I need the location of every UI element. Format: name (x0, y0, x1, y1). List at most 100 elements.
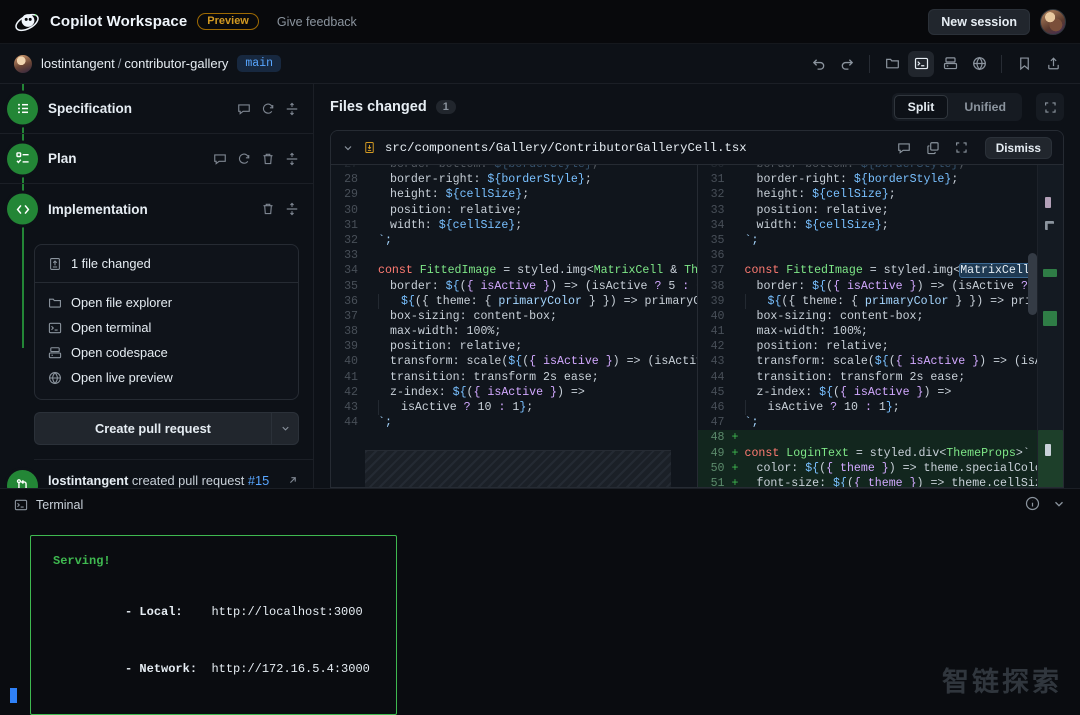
line-number: 42 (710, 340, 725, 354)
share-icon[interactable] (1040, 51, 1066, 77)
trash-icon[interactable] (261, 202, 275, 216)
sidebar-item-implementation[interactable]: Implementation (0, 184, 313, 234)
line-number: 29 (344, 188, 358, 202)
copy-icon[interactable] (926, 141, 940, 155)
code-token: { isActive } (529, 355, 613, 369)
code-token: ( (833, 385, 841, 399)
collapse-icon[interactable] (285, 152, 299, 166)
code-token: transform: scale( (390, 355, 509, 369)
code-token: ; (892, 401, 900, 414)
app-root: Copilot Workspace Preview Give feedback … (0, 0, 1080, 715)
open-live-preview-item[interactable]: Open live preview (35, 365, 298, 390)
event-pr-link[interactable]: #15 (248, 473, 269, 488)
line-number: 40 (710, 309, 725, 323)
code-token: 10 (837, 401, 865, 414)
code-token: { isActive } (466, 279, 551, 293)
sidebar-item-label: Plan (48, 151, 77, 166)
code-token: FittedImage (419, 264, 497, 278)
new-session-button[interactable]: New session (928, 8, 1030, 35)
comment-icon[interactable] (237, 102, 251, 116)
info-icon[interactable] (1025, 496, 1040, 514)
user-avatar[interactable] (1040, 8, 1066, 35)
diff-pane-right[interactable]: 30 border-bottom: ${borderStyle}; 31 border… (697, 165, 1064, 487)
panel-item-label: Open terminal (71, 320, 152, 335)
open-file-explorer-item[interactable]: Open file explorer (35, 290, 298, 315)
chevron-down-icon[interactable] (1052, 497, 1066, 514)
code-text: transform: scale(${({ isActive }) => (is… (740, 354, 1064, 369)
code-token: ; (515, 218, 523, 232)
code-text: isActive ? 10 : 1}; (744, 400, 1064, 416)
dismiss-button[interactable]: Dismiss (984, 136, 1052, 159)
sidebar-item-label: Specification (48, 101, 133, 116)
open-terminal-item[interactable]: Open terminal (35, 315, 298, 340)
comment-icon[interactable] (897, 141, 911, 155)
chevron-down-icon[interactable] (271, 412, 299, 445)
main-body: Specification Plan Implementation 1 file… (0, 84, 1080, 488)
code-line: 33 position: relative; (698, 203, 1064, 218)
bookmark-icon[interactable] (1011, 51, 1037, 77)
diff-modified-icon (363, 141, 376, 154)
diff-scrollbar[interactable] (1028, 253, 1037, 315)
code-line: 43 isActive ? 10 : 1}; (331, 400, 697, 416)
code-text: z-index: ${({ isActive }) => (373, 385, 697, 400)
code-line: 34 width: ${cellSize}; (698, 218, 1064, 233)
diff-minimap[interactable] (1037, 165, 1063, 487)
code-token: LoginText (786, 446, 849, 460)
chevron-down-icon[interactable] (342, 142, 354, 154)
diff-marker: + (731, 476, 739, 487)
code-text: ${({ theme: { primaryColor } }) => prima… (744, 293, 1063, 309)
code-token: ; (958, 165, 965, 171)
panel-item-label: Open live preview (71, 370, 173, 385)
code-text: max-width: 100%; (373, 324, 697, 339)
breadcrumb-owner[interactable]: lostintangent (41, 56, 115, 71)
sidebar: Specification Plan Implementation 1 file… (0, 84, 314, 488)
terminal-icon[interactable] (908, 50, 934, 77)
code-line: 31 width: ${cellSize}; (331, 218, 697, 233)
codespace-icon[interactable] (937, 51, 963, 77)
code-token: border-right: (756, 173, 854, 187)
event-actor[interactable]: lostintangent (48, 473, 128, 488)
tab-split[interactable]: Split (893, 95, 949, 119)
terminal-title: Terminal (36, 498, 84, 512)
undo-icon[interactable] (805, 51, 831, 77)
collapse-icon[interactable] (285, 102, 299, 116)
code-token: border-bottom: (390, 165, 494, 171)
collapse-icon[interactable] (285, 202, 299, 216)
sidebar-item-specification[interactable]: Specification (0, 84, 313, 134)
sidebar-item-plan[interactable]: Plan (0, 134, 313, 184)
fullscreen-icon[interactable] (1036, 93, 1064, 121)
fullscreen-icon[interactable] (955, 141, 968, 154)
terminal-output-area[interactable]: Serving! - Local: http://localhost:3000 … (0, 521, 1080, 715)
give-feedback-link[interactable]: Give feedback (277, 15, 357, 29)
diff-pane-left[interactable]: 27 border-bottom: ${borderStyle}; 28 border… (331, 165, 698, 487)
code-text: const FittedImage = styled.img<MatrixCel… (373, 263, 697, 278)
line-number: 47 (710, 416, 725, 430)
live-preview-globe-icon[interactable] (966, 51, 992, 77)
branch-badge[interactable]: main (237, 55, 282, 72)
regenerate-icon[interactable] (237, 152, 251, 166)
line-number: 32 (710, 188, 725, 202)
external-link-icon[interactable] (286, 474, 299, 488)
code-text: `; (740, 233, 1064, 248)
tab-unified[interactable]: Unified (950, 95, 1020, 119)
line-number: 37 (344, 309, 358, 323)
folder-icon (48, 296, 62, 310)
line-number: 45 (710, 385, 725, 399)
event-action: created pull request (131, 473, 245, 488)
open-codespace-item[interactable]: Open codespace (35, 340, 298, 365)
code-line: 41 max-width: 100%; (698, 324, 1064, 339)
breadcrumb-repo[interactable]: contributor-gallery (124, 56, 228, 71)
file-changed-header[interactable]: 1 file changed (35, 245, 298, 283)
watermark: 智链探索 (942, 667, 1062, 698)
trash-icon[interactable] (261, 152, 275, 166)
create-pull-request-button[interactable]: Create pull request (34, 412, 271, 445)
diff-file-path[interactable]: src/components/Gallery/ContributorGaller… (385, 141, 747, 155)
code-token: font-size: (756, 476, 834, 487)
code-token: ) => (isActive (550, 279, 655, 293)
redo-icon[interactable] (834, 51, 860, 77)
regenerate-icon[interactable] (261, 102, 275, 116)
comment-icon[interactable] (213, 152, 227, 166)
file-explorer-icon[interactable] (879, 51, 905, 77)
timeline-event-text: lostintangent created pull request #15 (48, 472, 299, 488)
minimap-added-region (1038, 430, 1063, 487)
